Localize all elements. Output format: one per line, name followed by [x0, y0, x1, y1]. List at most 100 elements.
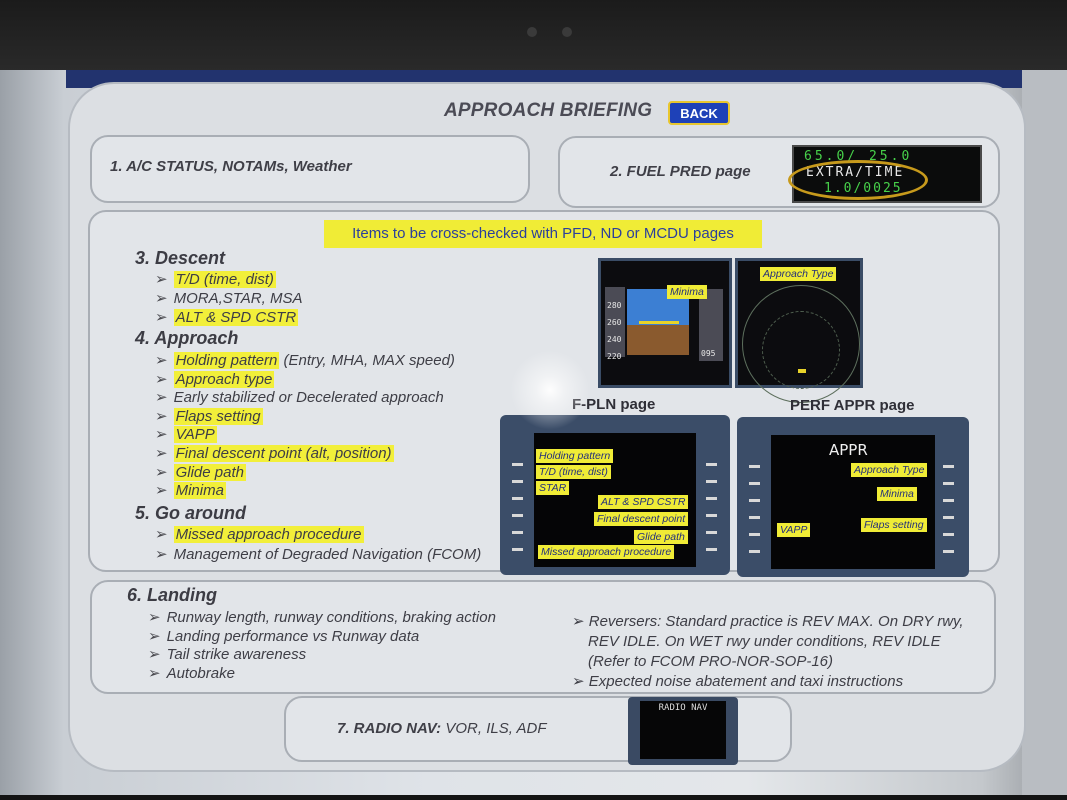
line-select-key[interactable] — [749, 465, 760, 468]
crosscheck-banner: Items to be cross-checked with PFD, ND o… — [324, 220, 762, 248]
line-select-key[interactable] — [943, 533, 954, 536]
bullet-arrow: ➢ — [155, 309, 168, 326]
light-glare — [510, 350, 590, 430]
landing-item-text: Runway length, runway conditions, brakin… — [166, 609, 496, 626]
line-select-key[interactable] — [943, 482, 954, 485]
perf-screen-title: APPR — [829, 441, 868, 459]
approach-heading: 4. Approach — [135, 328, 239, 348]
pfd-speed-labels: 280 260 240 220 — [607, 297, 621, 365]
approach-item-highlight: Final descent point (alt, position) — [173, 445, 394, 462]
bullet-arrow: ➢ — [155, 463, 168, 481]
approach-item-highlight: Flaps setting — [173, 407, 263, 425]
camera-dot — [527, 27, 537, 37]
perf-mcdu: APPR Approach Type Minima VAPP Flaps settin… — [737, 417, 969, 577]
landing-item: ➢ Autobrake — [148, 664, 235, 682]
pfd-speed-tick: 260 — [607, 318, 622, 327]
line-select-key[interactable] — [706, 548, 717, 551]
approach-item-text: Early stabilized or Decelerated approach — [173, 389, 444, 407]
goaround-heading: 5. Go around — [135, 503, 247, 523]
bullet-arrow: ➢ — [572, 613, 589, 630]
approach-item: ➢ VAPP — [155, 425, 217, 444]
radio-nav-label: 7. RADIO NAV: VOR, ILS, ADF — [337, 720, 547, 737]
descent-item-text: T/D (time, dist) — [173, 271, 276, 288]
line-select-key[interactable] — [706, 480, 717, 483]
radio-nav-label-rest: VOR, ILS, ADF — [441, 720, 547, 737]
descent-item-text: MORA,STAR, MSA — [173, 290, 303, 307]
pfd-speed-tick: 220 — [607, 352, 622, 361]
descent-item: ➢ MORA,STAR, MSA — [155, 289, 302, 307]
bullet-arrow: ➢ — [155, 370, 168, 388]
perf-tag: VAPP — [777, 523, 811, 537]
landing-item-text: Autobrake — [166, 664, 235, 682]
landing-right-item: ➢ Reversers: Standard practice is REV MA… — [572, 612, 972, 672]
bullet-arrow: ➢ — [155, 290, 168, 307]
approach-item: ➢ Final descent point (alt, position) — [155, 444, 394, 462]
approach-item-highlight: Holding pattern — [173, 352, 280, 369]
fpln-tag: STAR — [536, 481, 570, 495]
perf-tag: Minima — [877, 487, 917, 501]
line-select-key[interactable] — [943, 465, 954, 468]
landing-item-text: Landing performance vs Runway data — [166, 627, 420, 645]
approach-item: ➢ Minima — [155, 481, 226, 500]
bullet-arrow: ➢ — [155, 526, 168, 543]
fuel-pred-label: 2. FUEL PRED page — [610, 163, 751, 180]
approach-item-text: (Entry, MHA, MAX speed) — [279, 352, 455, 369]
pfd-speed-tick: 240 — [607, 335, 622, 344]
goaround-item-text: Management of Degraded Navigation (FCOM) — [173, 546, 482, 563]
landing-heading: 6. Landing — [127, 585, 217, 605]
approach-item: ➢ Glide path — [155, 463, 246, 481]
line-select-key[interactable] — [943, 499, 954, 502]
line-select-key[interactable] — [943, 550, 954, 553]
landing-right-column: ➢ Reversers: Standard practice is REV MA… — [572, 612, 972, 692]
fpln-tag: T/D (time, dist) — [536, 465, 611, 479]
approach-item: ➢ Holding pattern (Entry, MHA, MAX speed) — [155, 351, 455, 369]
line-select-key[interactable] — [512, 514, 523, 517]
nd-range-arc — [762, 311, 840, 389]
line-select-key[interactable] — [706, 531, 717, 534]
radio-nav-mcdu: RADIO NAV — [628, 697, 738, 765]
descent-item-text: ALT & SPD CSTR — [173, 309, 299, 326]
line-select-key[interactable] — [706, 463, 717, 466]
perf-tag: Flaps setting — [861, 518, 927, 532]
landing-item: ➢ Tail strike awareness — [148, 645, 306, 663]
line-select-key[interactable] — [512, 463, 523, 466]
descent-item: ➢ T/D (time, dist) — [155, 270, 276, 288]
approach-item-highlight: VAPP — [173, 426, 217, 444]
pfd-alt-value: 095 — [701, 349, 716, 358]
line-select-key[interactable] — [749, 533, 760, 536]
landing-right-item: ➢ Expected noise abatement and taxi inst… — [572, 672, 972, 692]
bullet-arrow: ➢ — [155, 482, 168, 500]
approach-item-highlight: Approach type — [173, 370, 275, 388]
line-select-key[interactable] — [512, 548, 523, 551]
bullet-arrow: ➢ — [155, 445, 168, 462]
descent-item: ➢ ALT & SPD CSTR — [155, 308, 299, 326]
fpln-tag: Glide path — [634, 530, 688, 544]
line-select-key[interactable] — [749, 550, 760, 553]
monitor-bezel — [0, 0, 1067, 72]
line-select-key[interactable] — [512, 497, 523, 500]
bullet-arrow: ➢ — [155, 407, 168, 425]
back-button[interactable]: BACK — [668, 101, 730, 125]
bullet-arrow: ➢ — [148, 627, 161, 645]
highlight-ellipse — [788, 160, 928, 200]
nd-aircraft-symbol — [798, 369, 806, 373]
fpln-tag: ALT & SPD CSTR — [598, 495, 689, 509]
goaround-item: ➢ Missed approach procedure — [155, 525, 364, 543]
fpln-tag: Final descent point — [594, 512, 689, 526]
pfd-ground — [627, 325, 689, 355]
camera-dot — [562, 27, 572, 37]
line-select-key[interactable] — [749, 516, 760, 519]
line-select-key[interactable] — [706, 497, 717, 500]
radio-nav-label-bold: 7. RADIO NAV: — [337, 720, 442, 737]
line-select-key[interactable] — [749, 499, 760, 502]
landing-item-text: Tail strike awareness — [166, 646, 307, 663]
line-select-key[interactable] — [749, 482, 760, 485]
perf-tag: Approach Type — [851, 463, 928, 477]
nd-tag-approach-type: Approach Type — [760, 267, 837, 281]
line-select-key[interactable] — [512, 480, 523, 483]
fpln-mcdu: Holding pattern T/D (time, dist) STAR ALT &… — [500, 415, 730, 575]
screen-edge — [1022, 70, 1067, 795]
line-select-key[interactable] — [943, 516, 954, 519]
line-select-key[interactable] — [706, 514, 717, 517]
line-select-key[interactable] — [512, 531, 523, 534]
